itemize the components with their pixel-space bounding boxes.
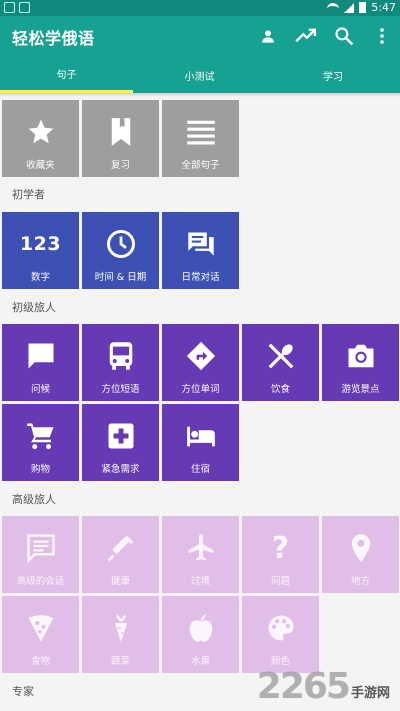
tab-learn[interactable]: 学习 (266, 57, 400, 93)
tile-review[interactable]: 复习 (82, 100, 159, 177)
carrot-icon (106, 613, 136, 643)
camera-icon (346, 341, 376, 371)
medical-cross-icon (106, 421, 136, 451)
tile-fruit[interactable]: 水果 (162, 596, 239, 673)
tile-advanced-conversation[interactable]: 高级的会话 (2, 516, 79, 593)
tile-colors[interactable]: 颜色 (242, 596, 319, 673)
tile-favorites[interactable]: 收藏夹 (2, 100, 79, 177)
tile-label: 住宿 (190, 464, 210, 475)
tile-label: 购物 (30, 464, 50, 475)
tile-direction-words[interactable]: 方位单词 (162, 324, 239, 401)
section-title-beginner: 初学者 (12, 188, 45, 201)
tile-label: 时间 & 日期 (94, 272, 147, 283)
utensils-icon (266, 341, 296, 371)
tile-label: 饮食 (270, 384, 290, 395)
person-icon[interactable] (256, 22, 280, 50)
shopping-cart-icon (26, 421, 56, 451)
tab-sentences[interactable]: 句子 (0, 57, 133, 93)
image-notification-icon (4, 2, 15, 13)
senior-traveller-grid: 高级的会话 健康 过境 ? 问题 地方 食物 蔬菜 水果 颜色 (2, 516, 399, 673)
beginner-grid: 123 数字 时间 & 日期 日常对话 (2, 212, 399, 289)
wifi-icon (327, 3, 340, 12)
tile-label: 食物 (30, 656, 50, 667)
tile-label: 高级的会话 (16, 576, 65, 587)
tile-greetings[interactable]: 问候 (2, 324, 79, 401)
tile-shopping[interactable]: 购物 (2, 404, 79, 481)
section-title-junior-traveller: 初级旅人 (12, 301, 56, 314)
tile-numbers[interactable]: 123 数字 (2, 212, 79, 289)
tile-time-date[interactable]: 时间 & 日期 (82, 212, 159, 289)
clock-icon (106, 229, 136, 259)
shield-notification-icon (19, 2, 30, 13)
section-title-senior-traveller: 高级旅人 (12, 493, 56, 506)
tile-label: 问题 (270, 576, 290, 587)
section-title-expert: 专家 (12, 685, 34, 698)
bed-icon (186, 421, 216, 451)
location-pin-icon (346, 533, 376, 563)
status-time: 5:47 (371, 1, 396, 14)
signal-icon (344, 2, 355, 13)
tile-questions[interactable]: ? 问题 (242, 516, 319, 593)
pizza-icon (26, 613, 56, 643)
tile-label: 收藏夹 (26, 160, 55, 171)
tile-label: 日常对话 (181, 272, 220, 283)
tile-label: 颜色 (270, 656, 290, 667)
watermark-number: 2265 (256, 666, 351, 707)
tile-food[interactable]: 食物 (2, 596, 79, 673)
tile-label: 游览景点 (341, 384, 380, 395)
tile-food-drink[interactable]: 饮食 (242, 324, 319, 401)
more-vert-icon[interactable] (370, 22, 394, 50)
tile-label: 复习 (110, 160, 130, 171)
list-icon (186, 117, 216, 147)
tile-vegetables[interactable]: 蔬菜 (82, 596, 159, 673)
tile-label: 水果 (190, 656, 210, 667)
tile-label: 全部句子 (181, 160, 220, 171)
tile-label: 健康 (110, 576, 130, 587)
chat-bubble-icon (26, 341, 56, 371)
tile-daily-conversation[interactable]: 日常对话 (162, 212, 239, 289)
tile-label: 数字 (30, 272, 50, 283)
tab-quiz[interactable]: 小测试 (133, 57, 266, 93)
tile-accommodation[interactable]: 住宿 (162, 404, 239, 481)
top-tiles-grid: 收藏夹 复习 全部句子 (2, 100, 399, 177)
tile-emergency[interactable]: 紧急需求 (82, 404, 159, 481)
tile-label: 方位短语 (101, 384, 140, 395)
directions-sign-icon (186, 341, 216, 371)
app-bar: 轻松学俄语 (0, 16, 400, 57)
tile-label: 蔬菜 (110, 656, 130, 667)
chat-bubbles-icon (186, 229, 216, 259)
tile-health[interactable]: 健康 (82, 516, 159, 593)
palette-icon (266, 613, 296, 643)
tile-label: 紧急需求 (101, 464, 140, 475)
star-icon (26, 117, 56, 147)
tile-transit[interactable]: 过境 (162, 516, 239, 593)
tile-label: 过境 (190, 576, 210, 587)
tile-all-sentences[interactable]: 全部句子 (162, 100, 239, 177)
numbers-icon: 123 (19, 233, 62, 255)
tab-bar: 句子 小测试 学习 (0, 57, 400, 93)
status-bar: 5:47 (0, 0, 400, 16)
watermark-text: 手游网 (350, 686, 390, 701)
tab-shadow (0, 93, 400, 97)
bus-icon (106, 341, 136, 371)
tile-label: 方位单词 (181, 384, 220, 395)
apple-icon (186, 613, 216, 643)
tile-places[interactable]: 地方 (322, 516, 399, 593)
tile-direction-phrases[interactable]: 方位短语 (82, 324, 159, 401)
search-icon[interactable] (332, 22, 356, 50)
junior-traveller-grid: 问候 方位短语 方位单词 饮食 游览景点 购物 紧急需求 住宿 (2, 324, 399, 481)
battery-icon (359, 2, 367, 13)
tile-sightseeing[interactable]: 游览景点 (322, 324, 399, 401)
app-title: 轻松学俄语 (12, 29, 95, 48)
trending-up-icon[interactable] (294, 22, 318, 50)
tile-label: 地方 (350, 576, 370, 587)
message-icon (26, 533, 56, 563)
syringe-icon (106, 533, 136, 563)
airplane-icon (186, 533, 216, 563)
question-mark-icon: ? (271, 530, 290, 566)
site-watermark: 2265 手游网 (257, 669, 390, 705)
bookmark-icon (106, 117, 136, 147)
tile-label: 问候 (30, 384, 50, 395)
